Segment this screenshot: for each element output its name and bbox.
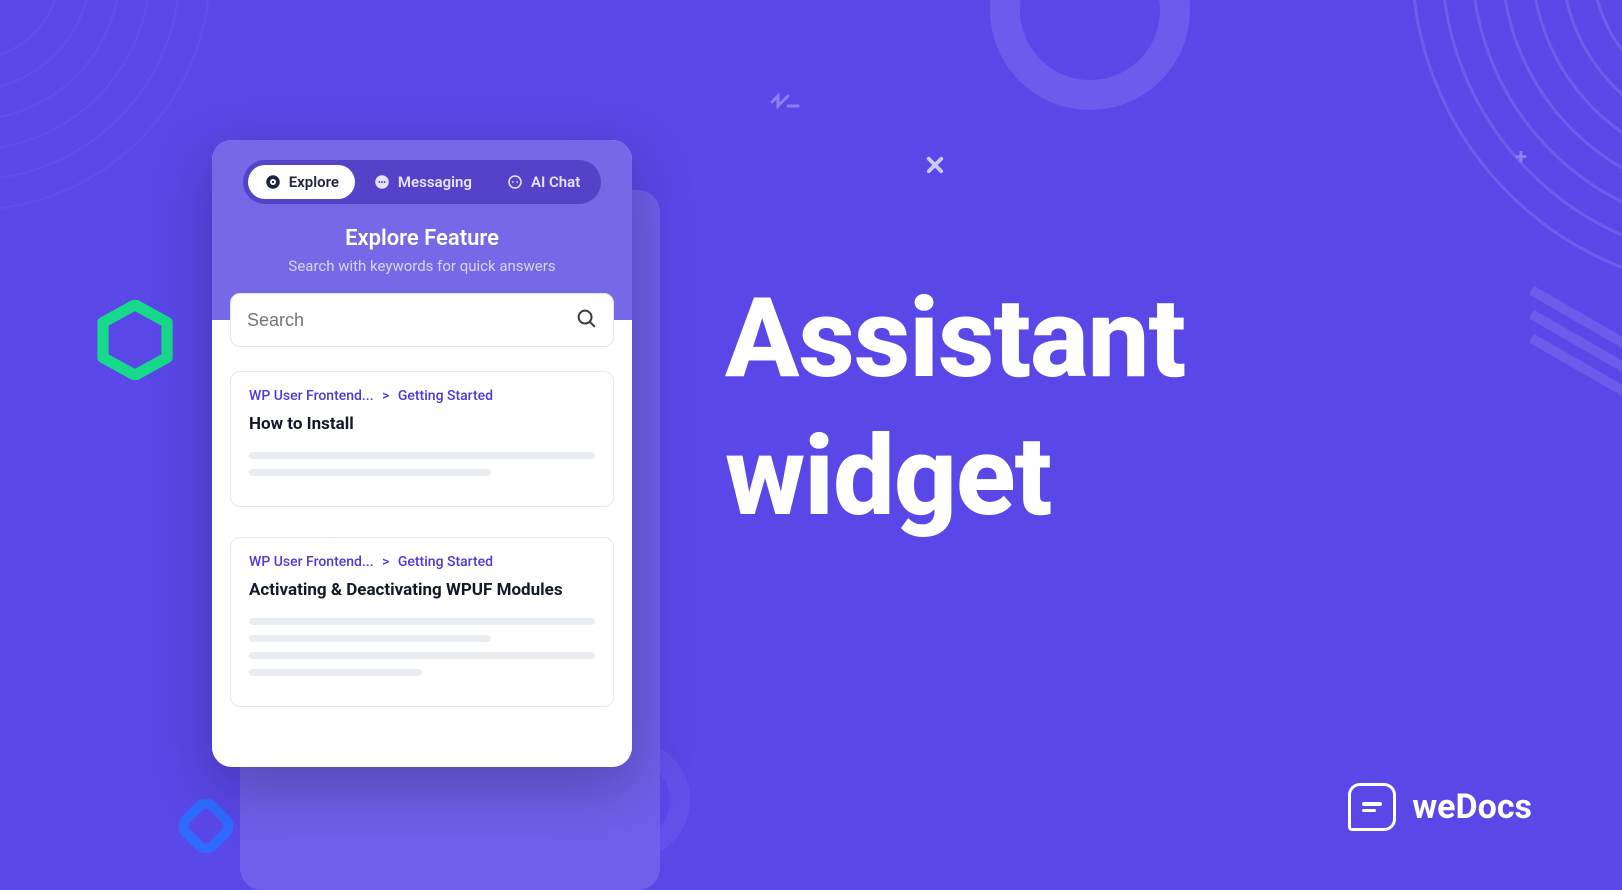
assistant-widget: Explore Messaging AI Chat Explore Featur… — [212, 140, 632, 767]
breadcrumb-part-a: WP User Frontend... — [249, 554, 374, 570]
breadcrumb-part-b: Getting Started — [398, 388, 493, 404]
breadcrumb-part-b: Getting Started — [398, 554, 493, 570]
breadcrumb: WP User Frontend... > Getting Started — [249, 388, 595, 404]
result-title: Activating & Deactivating WPUF Modules — [249, 580, 595, 600]
result-card[interactable]: WP User Frontend... > Getting Started Ac… — [230, 537, 614, 707]
breadcrumb: WP User Frontend... > Getting Started — [249, 554, 595, 570]
hero-title-line-2: widget — [725, 408, 1185, 546]
tab-messaging-label: Messaging — [398, 173, 472, 191]
brand: weDocs — [1348, 783, 1532, 831]
tab-messaging[interactable]: Messaging — [357, 165, 488, 199]
results-list: WP User Frontend... > Getting Started Ho… — [212, 347, 632, 767]
hero-title-line-1: Assistant — [725, 270, 1185, 408]
widget-tabs: Explore Messaging AI Chat — [243, 160, 602, 204]
widget-header: Explore Messaging AI Chat Explore Featur… — [212, 140, 632, 293]
tab-explore-label: Explore — [289, 173, 339, 191]
x-icon — [920, 150, 950, 184]
result-preview-placeholder — [249, 452, 595, 476]
search-input[interactable] — [247, 310, 575, 331]
result-title: How to Install — [249, 414, 595, 434]
squiggle-icon — [770, 90, 800, 116]
plus-icon: + — [1515, 145, 1527, 170]
bg-stripes-right — [1522, 320, 1622, 392]
result-card[interactable]: WP User Frontend... > Getting Started Ho… — [230, 371, 614, 507]
chevron-right-icon: > — [382, 554, 389, 570]
diamond-icon — [170, 790, 242, 866]
search-icon — [575, 307, 597, 333]
ai-chat-icon — [506, 173, 524, 191]
hero-title: Assistant widget — [725, 270, 1185, 545]
breadcrumb-part-a: WP User Frontend... — [249, 388, 374, 404]
messaging-icon — [373, 173, 391, 191]
hexagon-icon — [95, 300, 175, 384]
result-preview-placeholder — [249, 618, 595, 676]
chevron-right-icon: > — [382, 388, 389, 404]
widget-title: Explore Feature — [230, 226, 614, 251]
bg-arc-top-right — [1342, 0, 1622, 360]
tab-ai-chat-label: AI Chat — [531, 173, 580, 191]
tab-explore[interactable]: Explore — [248, 165, 355, 199]
explore-icon — [264, 173, 282, 191]
tab-ai-chat[interactable]: AI Chat — [490, 165, 596, 199]
bg-ring-large — [990, 0, 1190, 110]
brand-logo-icon — [1348, 783, 1396, 831]
search-container — [212, 293, 632, 347]
brand-name: weDocs — [1412, 787, 1532, 827]
widget-subtitle: Search with keywords for quick answers — [230, 257, 614, 275]
search-box[interactable] — [230, 293, 614, 347]
